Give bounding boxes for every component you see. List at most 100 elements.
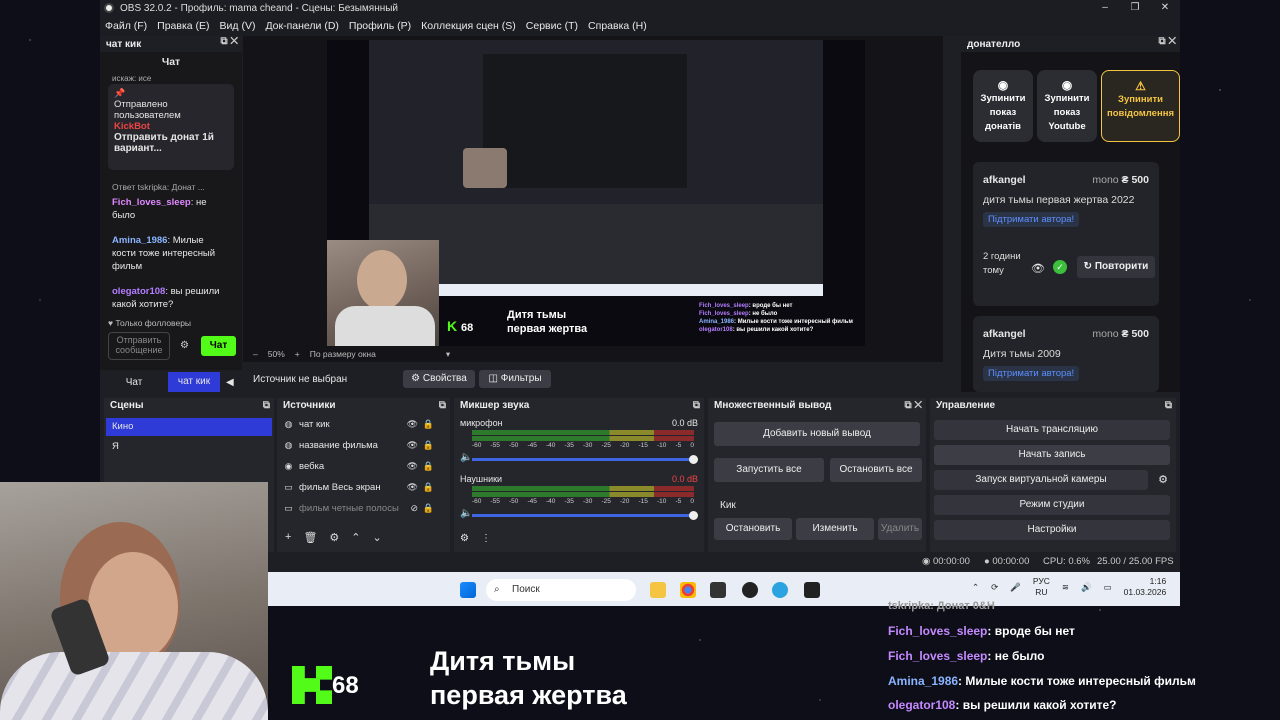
tab-chat[interactable]: Чат	[100, 377, 168, 388]
eye-icon[interactable]: 👁	[1031, 262, 1045, 275]
telegram-icon[interactable]	[772, 582, 788, 598]
start-recording-button[interactable]: Начать запись	[934, 445, 1170, 465]
tab-kick-chat[interactable]: чат кик	[168, 372, 220, 392]
record-time: ● 00:00:00	[984, 556, 1030, 567]
trash-icon[interactable]: 🗑	[303, 531, 317, 544]
minimize-button[interactable]: –	[1090, 0, 1120, 16]
obs-taskbar-icon[interactable]	[742, 582, 758, 598]
chat-send-button[interactable]: Чат	[201, 336, 236, 356]
arrow-down-icon[interactable]: ⌄	[373, 531, 382, 544]
app-icon[interactable]	[710, 582, 726, 598]
sync-icon[interactable]: ⟳	[991, 582, 998, 593]
movie-title-preview: Дитя тьмы первая жертва	[507, 309, 588, 335]
source-item[interactable]: ◍ название фильма 👁 🔒	[277, 435, 450, 456]
lock-icon[interactable]: 🔒	[423, 503, 434, 514]
volume-slider[interactable]	[472, 455, 698, 464]
edit-output-button[interactable]: Изменить	[796, 518, 874, 540]
volume-slider[interactable]	[472, 511, 698, 520]
add-icon[interactable]: +	[285, 531, 291, 544]
wifi-icon[interactable]: ≋	[1062, 582, 1069, 593]
support-author-link[interactable]: Підтримати автора!	[983, 212, 1080, 227]
menu-view[interactable]: Вид (V)	[215, 20, 261, 32]
menu-docks[interactable]: Док-панели (D)	[260, 20, 343, 32]
battery-icon[interactable]: ▭	[1104, 582, 1112, 593]
chevron-up-icon[interactable]: ⌃	[972, 582, 979, 593]
source-item[interactable]: ◉ вебка 👁 🔒	[277, 456, 450, 477]
windows-start-icon[interactable]	[460, 582, 476, 598]
menu-tools[interactable]: Сервис (T)	[521, 20, 583, 32]
dock-float-icon[interactable]: ⧉	[1165, 398, 1172, 414]
dock-float-close-icon[interactable]: ⧉ ✕	[904, 398, 922, 414]
volume-icon[interactable]: 🔊	[1081, 582, 1092, 593]
gear-icon[interactable]: ⚙	[1158, 473, 1168, 486]
fit-mode-select[interactable]: По размеру окна	[310, 349, 376, 359]
speaker-icon[interactable]: 🔈	[460, 508, 472, 519]
chrome-icon[interactable]	[680, 582, 696, 598]
zoom-out-icon[interactable]: –	[253, 349, 258, 359]
language-indicator[interactable]: РУС RU	[1033, 576, 1050, 598]
lock-icon[interactable]: 🔒	[423, 440, 434, 451]
eye-icon[interactable]: 👁	[407, 440, 418, 451]
menu-help[interactable]: Справка (H)	[583, 20, 652, 32]
properties-button[interactable]: ⚙ Свойства	[403, 370, 475, 388]
stop-messages-button[interactable]: ⚠ Зупинити повідомлення	[1101, 70, 1180, 142]
kick-logo-small: K 68	[447, 318, 474, 334]
eye-icon[interactable]: 👁	[407, 482, 418, 493]
gear-icon[interactable]: ⚙	[329, 531, 339, 544]
dock-float-close-icon[interactable]: ⧉ ✕	[220, 36, 238, 47]
dock-float-icon[interactable]: ⧉	[693, 398, 700, 414]
slider-knob[interactable]	[689, 511, 698, 520]
terminal-icon[interactable]	[804, 582, 820, 598]
chevron-down-icon[interactable]: ▾	[446, 349, 450, 360]
start-all-button[interactable]: Запустить все	[714, 458, 824, 482]
close-button[interactable]: ✕	[1150, 0, 1180, 16]
filters-button[interactable]: ◫ Фильтры	[479, 370, 551, 388]
microphone-icon[interactable]: 🎤	[1010, 582, 1021, 593]
check-icon[interactable]: ✓	[1053, 260, 1067, 274]
stop-donations-button[interactable]: ◉ Зупинити показ донатів	[973, 70, 1033, 142]
dock-float-icon[interactable]: ⧉	[263, 398, 270, 414]
stop-output-button[interactable]: Остановить	[714, 518, 792, 540]
scene-item[interactable]: Я	[106, 438, 272, 456]
zoom-in-icon[interactable]: +	[295, 349, 300, 359]
source-item[interactable]: ▭ фильм Весь экран 👁 🔒	[277, 477, 450, 498]
arrow-up-icon[interactable]: ⌃	[351, 531, 360, 544]
menu-profile[interactable]: Профиль (P)	[344, 20, 416, 32]
slider-knob[interactable]	[689, 455, 698, 464]
menu-edit[interactable]: Правка (E)	[152, 20, 214, 32]
source-item[interactable]: ◍ чат кик 👁 🔒	[277, 414, 450, 435]
dock-float-close-icon[interactable]: ⧉ ✕	[1158, 36, 1176, 47]
file-explorer-icon[interactable]	[650, 582, 666, 598]
clock[interactable]: 1:16 01.03.2026	[1124, 576, 1167, 598]
start-virtual-camera-button[interactable]: Запуск виртуальной камеры	[934, 470, 1148, 490]
settings-button[interactable]: Настройки	[934, 520, 1170, 540]
studio-mode-button[interactable]: Режим студии	[934, 495, 1170, 515]
repeat-button[interactable]: ↻ Повторити	[1077, 256, 1155, 278]
lock-icon[interactable]: 🔒	[423, 419, 434, 430]
scene-item[interactable]: Кино	[106, 418, 272, 436]
maximize-button[interactable]: ❐	[1120, 0, 1150, 16]
eye-icon[interactable]: 👁	[407, 419, 418, 430]
menu-file[interactable]: Файл (F)	[100, 20, 152, 32]
lock-icon[interactable]: 🔒	[423, 461, 434, 472]
delete-output-button[interactable]: Удалить	[878, 518, 922, 540]
source-item[interactable]: ▭ фильм четные полосы ⊘ 🔒	[277, 498, 450, 519]
chevron-left-icon[interactable]: ◀	[226, 377, 234, 388]
stop-youtube-button[interactable]: ◉ Зупинити показ Youtube	[1037, 70, 1097, 142]
gear-icon[interactable]: ⚙	[460, 533, 469, 544]
chat-input[interactable]: Отправить сообщение	[108, 332, 170, 360]
donor-name: afkangel	[983, 328, 1026, 340]
support-author-link[interactable]: Підтримати автора!	[983, 366, 1080, 381]
kebab-menu-icon[interactable]: ⋮	[481, 533, 491, 544]
eye-hidden-icon[interactable]: ⊘	[410, 503, 418, 514]
stop-all-button[interactable]: Остановить все	[830, 458, 922, 482]
speaker-icon[interactable]: 🔈	[460, 452, 472, 463]
lock-icon[interactable]: 🔒	[423, 482, 434, 493]
dock-float-icon[interactable]: ⧉	[439, 398, 446, 414]
start-streaming-button[interactable]: Начать трансляцию	[934, 420, 1170, 440]
add-output-button[interactable]: Добавить новый вывод	[714, 422, 920, 446]
menu-scene-collection[interactable]: Коллекция сцен (S)	[416, 20, 521, 32]
eye-icon[interactable]: 👁	[407, 461, 418, 472]
gear-icon[interactable]: ⚙	[180, 340, 189, 351]
taskbar-search[interactable]: ⌕ Поиск	[486, 579, 636, 601]
